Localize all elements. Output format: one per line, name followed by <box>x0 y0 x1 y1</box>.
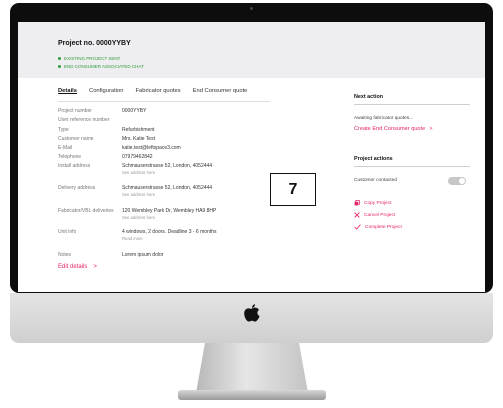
detail-value: 4 windows, 2 doors. Deadline 3 - 6 month… <box>122 229 217 235</box>
page-title: Project no. 0000YYBY <box>58 40 131 47</box>
customer-contacted-toggle[interactable] <box>448 177 466 185</box>
see-address-link[interactable]: See address here <box>122 215 155 220</box>
detail-value: Mrs. Katie Test <box>122 136 155 142</box>
tab-details[interactable]: Details <box>58 88 77 98</box>
detail-label: Telephone <box>58 154 82 160</box>
chevron-right-icon: > <box>93 264 97 270</box>
detail-value: katie.test@leftspace3.com <box>122 145 181 151</box>
edit-details-label: Edit details <box>58 264 88 270</box>
status-line-2: END CONSUMER ASSOCIATED CHAT <box>58 64 144 69</box>
tab-fabricator-quotes[interactable]: Fabricator quotes <box>136 88 181 98</box>
next-action-text: Awaiting fabricator quotes... <box>354 116 414 121</box>
detail-label: Notes <box>58 252 72 258</box>
detail-label: Project number <box>58 108 92 114</box>
project-header: Project no. 0000YYBY EXISTING PROJECT SE… <box>18 22 485 78</box>
apple-logo-icon <box>244 304 260 322</box>
create-quote-label: Create End Consumer quote <box>354 126 426 132</box>
status-text-2: END CONSUMER ASSOCIATED CHAT <box>64 64 144 69</box>
copy-project-label: Copy Project <box>364 200 392 206</box>
status-dot-icon <box>58 65 61 68</box>
detail-label: Customer name <box>58 136 94 142</box>
annotation-number: 7 <box>288 180 298 198</box>
detail-value: Lorem ipsum dolor <box>122 252 164 258</box>
read-more-link[interactable]: Read more <box>122 236 143 241</box>
create-end-consumer-quote-link[interactable]: Create End Consumer quote > <box>354 126 470 132</box>
tab-configuration[interactable]: Configuration <box>89 88 123 98</box>
detail-value: Refurbishment <box>122 127 155 133</box>
detail-label: Delivery address <box>58 185 96 191</box>
detail-label: E-Mail <box>58 145 73 151</box>
toggle-label: Customer contacted <box>354 178 397 183</box>
tab-bar: Details Configuration Fabricator quotes … <box>58 88 247 98</box>
detail-label: Type <box>58 127 69 133</box>
detail-value: Schmauserstrasse 52, London, 4052444 <box>122 185 213 191</box>
detail-value: 07979462842 <box>122 154 153 160</box>
project-actions-list: Customer contacted Copy Project Cancel P… <box>354 167 470 245</box>
see-address-link[interactable]: See address here <box>122 170 155 175</box>
tab-end-consumer-quote[interactable]: End Consumer quote <box>193 88 248 98</box>
chevron-right-icon: > <box>429 126 433 132</box>
detail-label: Unit info <box>58 229 77 235</box>
project-actions-heading: Project actions <box>354 156 470 167</box>
next-action-heading: Next action <box>354 94 470 105</box>
complete-project-button[interactable]: Complete Project <box>354 224 402 230</box>
right-panel: Next action Awaiting fabricator quotes..… <box>354 94 470 245</box>
monitor-stand <box>196 343 308 393</box>
detail-label: Install address <box>58 163 91 169</box>
status-line-1: EXISTING PROJECT SENT <box>58 56 120 61</box>
annotation-number-box: 7 <box>270 173 316 206</box>
monitor-stand-base <box>178 390 326 400</box>
edit-details-link[interactable]: Edit details > <box>58 264 97 270</box>
cancel-project-button[interactable]: Cancel Project <box>354 212 395 218</box>
cancel-project-label: Cancel Project <box>364 212 396 218</box>
detail-value: Schmauserstrasse 52, London, 4052444 <box>122 163 213 169</box>
complete-project-label: Complete Project <box>365 224 402 230</box>
tab-divider <box>58 101 270 102</box>
detail-label: Fabricator/VBL deliveries <box>58 208 114 214</box>
see-address-link[interactable]: See address here <box>122 192 155 197</box>
check-icon <box>354 224 361 230</box>
monitor-chin <box>10 293 493 343</box>
detail-label: User reference number <box>58 117 110 123</box>
detail-value: 120 Wembley Park Dr, Wembley HA9 8HP <box>122 208 217 214</box>
camera-dot <box>250 7 253 10</box>
status-text-1: EXISTING PROJECT SENT <box>64 56 121 61</box>
app-screen: Project no. 0000YYBY EXISTING PROJECT SE… <box>18 22 485 292</box>
status-dot-icon <box>58 57 61 60</box>
close-icon <box>354 212 360 218</box>
detail-value: 0000YYBY <box>122 108 147 114</box>
copy-icon <box>354 200 360 206</box>
copy-project-button[interactable]: Copy Project <box>354 200 391 206</box>
toggle-knob <box>459 178 465 184</box>
